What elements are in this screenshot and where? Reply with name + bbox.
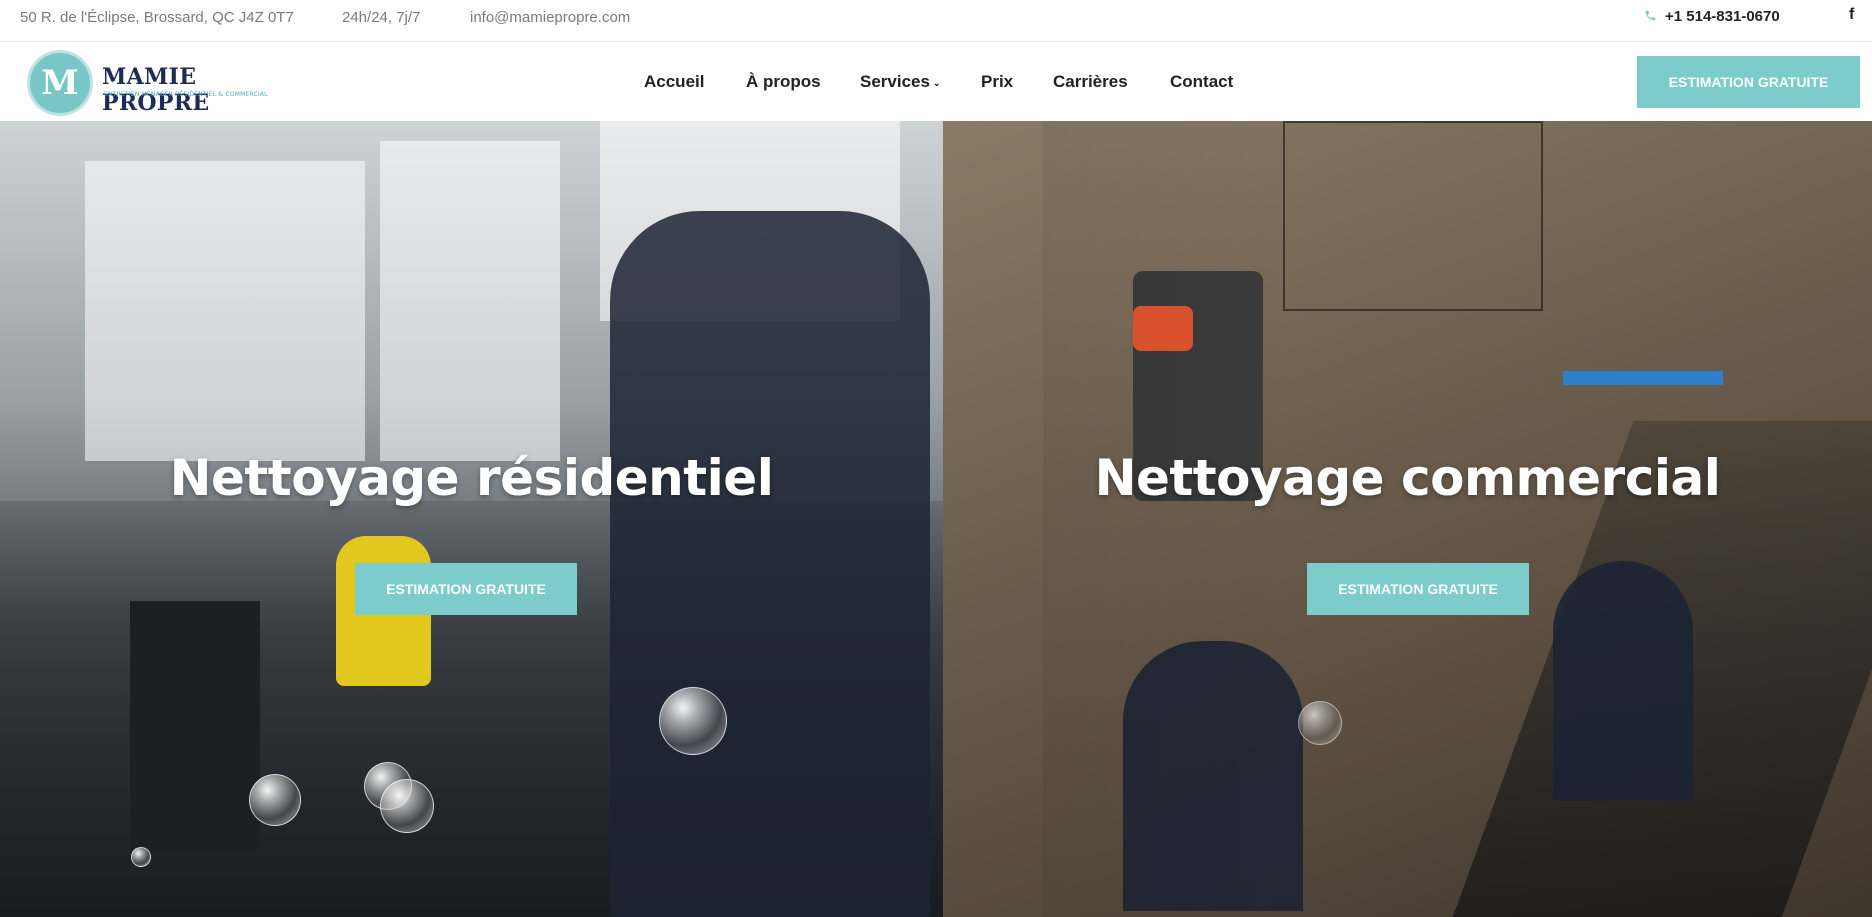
hero-title-residential: Nettoyage résidentiel <box>169 449 774 507</box>
address-text: 50 R. de l'Éclipse, Brossard, QC J4Z 0T7 <box>20 9 294 26</box>
office-window <box>380 141 560 461</box>
residential-estimation-button[interactable]: ESTIMATION GRATUITE <box>355 563 577 615</box>
hero-panel-residential: Nettoyage résidentiel ESTIMATION GRATUIT… <box>0 121 943 917</box>
site-logo[interactable]: M MAMIE PROPRE ENTRETIEN MÉNAGER RÉSIDEN… <box>27 48 287 116</box>
site-header: M MAMIE PROPRE ENTRETIEN MÉNAGER RÉSIDEN… <box>0 43 1872 121</box>
logo-emblem: M <box>27 50 93 116</box>
bubble-decoration <box>131 847 151 867</box>
bubble-decoration <box>1298 701 1342 745</box>
nav-services[interactable]: Services ⌄ <box>860 43 941 121</box>
logo-tagline: ENTRETIEN MÉNAGER RÉSIDENTIEL & COMMERCI… <box>104 91 268 98</box>
phone-link[interactable]: +1 514-831-0670 <box>1665 0 1780 33</box>
office-window <box>85 161 365 461</box>
nav-prix[interactable]: Prix <box>981 43 1013 121</box>
commercial-estimation-button[interactable]: ESTIMATION GRATUITE <box>1307 563 1529 615</box>
hero-title-commercial: Nettoyage commercial <box>1094 449 1721 507</box>
nav-services-label: Services <box>860 72 930 91</box>
logo-monogram: M <box>41 63 79 103</box>
header-estimation-button[interactable]: ESTIMATION GRATUITE <box>1637 56 1860 108</box>
worker-figure <box>1553 561 1693 801</box>
hours-text: 24h/24, 7j/7 <box>342 9 421 26</box>
plant-pot <box>130 601 260 851</box>
bubble-decoration <box>249 774 301 826</box>
phone-icon <box>1645 10 1656 21</box>
hero-panel-commercial: Nettoyage commercial ESTIMATION GRATUITE <box>943 121 1872 917</box>
floor-shade <box>1043 121 1303 917</box>
nav-accueil[interactable]: Accueil <box>644 43 704 121</box>
worker-figure <box>610 211 930 917</box>
bubble-decoration <box>380 779 434 833</box>
email-link[interactable]: info@mamiepropre.com <box>470 0 630 35</box>
top-info-bar: 50 R. de l'Éclipse, Brossard, QC J4Z 0T7… <box>0 0 1872 42</box>
facebook-icon[interactable]: f <box>1849 6 1854 24</box>
nav-contact[interactable]: Contact <box>1170 43 1233 121</box>
logo-name: MAMIE PROPRE <box>102 64 210 116</box>
nav-carrieres[interactable]: Carrières <box>1053 43 1128 121</box>
floor-mop <box>1563 371 1723 385</box>
wire-shelf <box>1283 121 1543 311</box>
nav-a-propos[interactable]: À propos <box>746 43 821 121</box>
bubble-decoration <box>659 687 727 755</box>
chevron-down-icon: ⌄ <box>932 77 941 88</box>
